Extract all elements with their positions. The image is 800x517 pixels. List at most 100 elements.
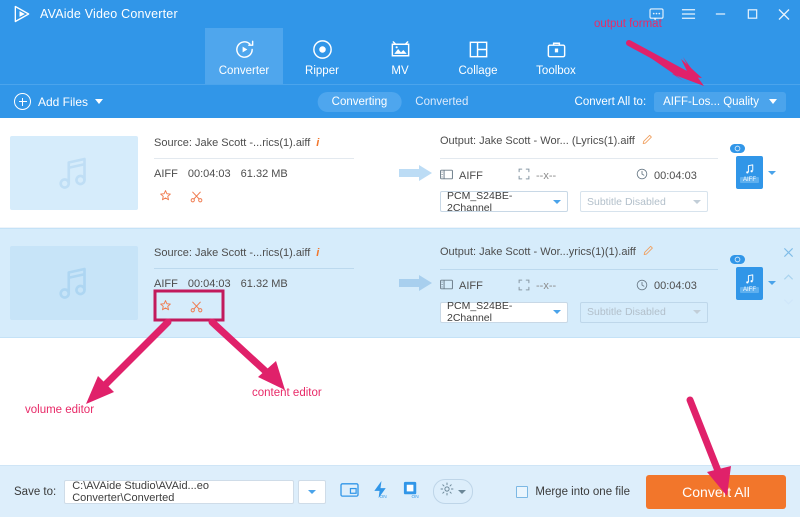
volume-editor-icon[interactable]	[158, 189, 173, 209]
output-resolution-group: --x--	[518, 279, 636, 294]
source-size: 61.32 MB	[240, 278, 288, 290]
audio-codec-value: PCM_S24BE-2Channel	[447, 189, 513, 214]
checkbox-icon	[516, 485, 529, 498]
avaide-logo-icon	[12, 4, 32, 24]
tab-ripper-label: Ripper	[305, 64, 339, 77]
tab-toolbox[interactable]: Toolbox	[517, 28, 595, 84]
divider	[440, 158, 718, 159]
gpu-acceleration-icon[interactable]: ON	[402, 480, 421, 504]
volume-editor-icon[interactable]	[158, 299, 173, 319]
open-folder-icon[interactable]	[340, 481, 359, 503]
tab-converter[interactable]: Converter	[205, 28, 283, 84]
source-line: Source: Jake Scott -...rics(1).aiff i	[154, 247, 396, 259]
divider	[440, 268, 718, 270]
source-size: 61.32 MB	[240, 167, 288, 180]
output-format-group: AIFF	[440, 169, 518, 183]
rename-pencil-icon[interactable]	[641, 133, 654, 149]
clock-icon	[636, 168, 648, 183]
chevron-down-icon	[693, 310, 701, 314]
annotation-content-editor: content editor	[252, 387, 322, 399]
file-thumbnail	[10, 135, 138, 210]
source-filename: Source: Jake Scott -...rics(1).aiff	[154, 247, 311, 259]
content-editor-icon[interactable]	[189, 189, 204, 209]
add-files-button[interactable]: Add Files	[0, 93, 104, 110]
aiff-badge-icon[interactable]: AIFF	[730, 254, 763, 300]
content-editor-icon[interactable]	[189, 299, 204, 319]
app-window: AVAide Video Converter Converter Ripper …	[0, 0, 800, 517]
format-badge-column: AIFF	[722, 254, 790, 300]
source-meta: AIFF 00:04:03 61.32 MB	[154, 168, 396, 180]
segment-converting[interactable]: Converting	[317, 91, 402, 112]
output-format-dropdown[interactable]: AIFF-Los... Quality	[654, 91, 786, 112]
save-path-dropdown[interactable]	[298, 479, 327, 504]
title-bar: AVAide Video Converter	[0, 0, 800, 28]
tab-ripper[interactable]: Ripper	[283, 28, 361, 84]
info-icon[interactable]: i	[316, 137, 319, 149]
move-up-icon[interactable]	[783, 269, 794, 287]
plus-circle-icon	[14, 93, 31, 110]
table-row[interactable]: Source: Jake Scott -...rics(1).aiff i AI…	[0, 118, 800, 228]
info-icon[interactable]: i	[316, 247, 319, 259]
app-logo-group: AVAide Video Converter	[0, 4, 178, 24]
output-duration-group: 00:04:03	[636, 168, 697, 183]
remove-file-icon[interactable]	[783, 245, 794, 263]
bottom-bar: Save to: C:\AVAide Studio\AVAid...eo Con…	[0, 465, 800, 517]
output-format-group: AIFF	[440, 279, 518, 293]
hardware-acceleration-icon[interactable]: ON	[371, 480, 390, 504]
subtitle-select[interactable]: Subtitle Disabled	[580, 191, 708, 212]
app-title: AVAide Video Converter	[40, 7, 178, 21]
save-path-input[interactable]: C:\AVAide Studio\AVAid...eo Converter\Co…	[64, 479, 295, 504]
aiff-badge-icon[interactable]: AIFF	[730, 144, 763, 189]
source-column: Source: Jake Scott -...rics(1).aiff i AI…	[138, 137, 396, 209]
minimize-icon[interactable]	[712, 6, 728, 22]
rename-pencil-icon[interactable]	[642, 244, 655, 260]
segment-converted[interactable]: Converted	[401, 92, 482, 112]
table-row[interactable]: Source: Jake Scott -...rics(1).aiff i AI…	[0, 228, 800, 338]
convert-all-to-group: Convert All to: AIFF-Los... Quality	[575, 91, 786, 112]
clock-icon	[636, 279, 648, 294]
subtitle-value: Subtitle Disabled	[587, 195, 666, 208]
file-list: Source: Jake Scott -...rics(1).aiff i AI…	[0, 118, 800, 338]
edit-icons-group	[154, 189, 396, 209]
subtitle-value: Subtitle Disabled	[587, 306, 666, 318]
source-format: AIFF	[154, 278, 178, 290]
subtitle-select[interactable]: Subtitle Disabled	[580, 301, 708, 323]
aiff-badge-label: AIFF	[740, 287, 759, 293]
source-duration: 00:04:03	[187, 167, 231, 180]
output-meta: AIFF --x-- 00:04:03	[440, 168, 722, 183]
output-column: Output: Jake Scott - Wor...yrics(1)(1).a…	[436, 244, 722, 324]
window-controls	[648, 0, 792, 28]
annotation-volume-editor: volume editor	[25, 404, 95, 416]
source-duration: 00:04:03	[187, 278, 231, 290]
menu-icon[interactable]	[680, 6, 696, 22]
tab-collage[interactable]: Collage	[439, 28, 517, 84]
converter-icon	[233, 38, 256, 62]
maximize-icon[interactable]	[744, 6, 760, 22]
move-down-icon[interactable]	[783, 293, 794, 311]
add-files-label: Add Files	[38, 94, 89, 109]
tab-converter-label: Converter	[218, 64, 270, 77]
chevron-down-icon[interactable]	[95, 99, 104, 104]
format-badge-column: AIFF	[722, 144, 790, 189]
row-controls	[783, 245, 794, 311]
settings-gear-button[interactable]	[433, 479, 474, 504]
chevron-down-icon	[693, 199, 701, 204]
divider	[154, 268, 354, 269]
output-resolution-text: --x--	[536, 280, 557, 292]
chevron-down-icon[interactable]	[768, 281, 776, 285]
audio-codec-select[interactable]: PCM_S24BE-2Channel	[440, 189, 568, 214]
close-icon[interactable]	[776, 6, 792, 22]
tab-mv[interactable]: MV	[361, 28, 439, 84]
bottom-tool-icons: ON ON	[340, 479, 474, 504]
output-duration-text: 00:04:03	[654, 280, 697, 292]
output-selectors: PCM_S24BE-2Channel Subtitle Disabled	[440, 189, 722, 214]
audio-codec-select[interactable]: PCM_S24BE-2Channel	[440, 300, 568, 324]
chevron-down-icon	[769, 99, 777, 104]
convert-arrow-icon	[396, 274, 436, 292]
convert-all-button[interactable]: Convert All	[646, 474, 786, 509]
svg-text:ON: ON	[412, 494, 420, 499]
merge-into-one-file-checkbox[interactable]: Merge into one file	[516, 485, 630, 498]
chevron-down-icon[interactable]	[768, 170, 776, 175]
output-line: Output: Jake Scott - Wor... (Lyrics(1).a…	[440, 133, 722, 149]
collage-icon	[467, 38, 490, 62]
